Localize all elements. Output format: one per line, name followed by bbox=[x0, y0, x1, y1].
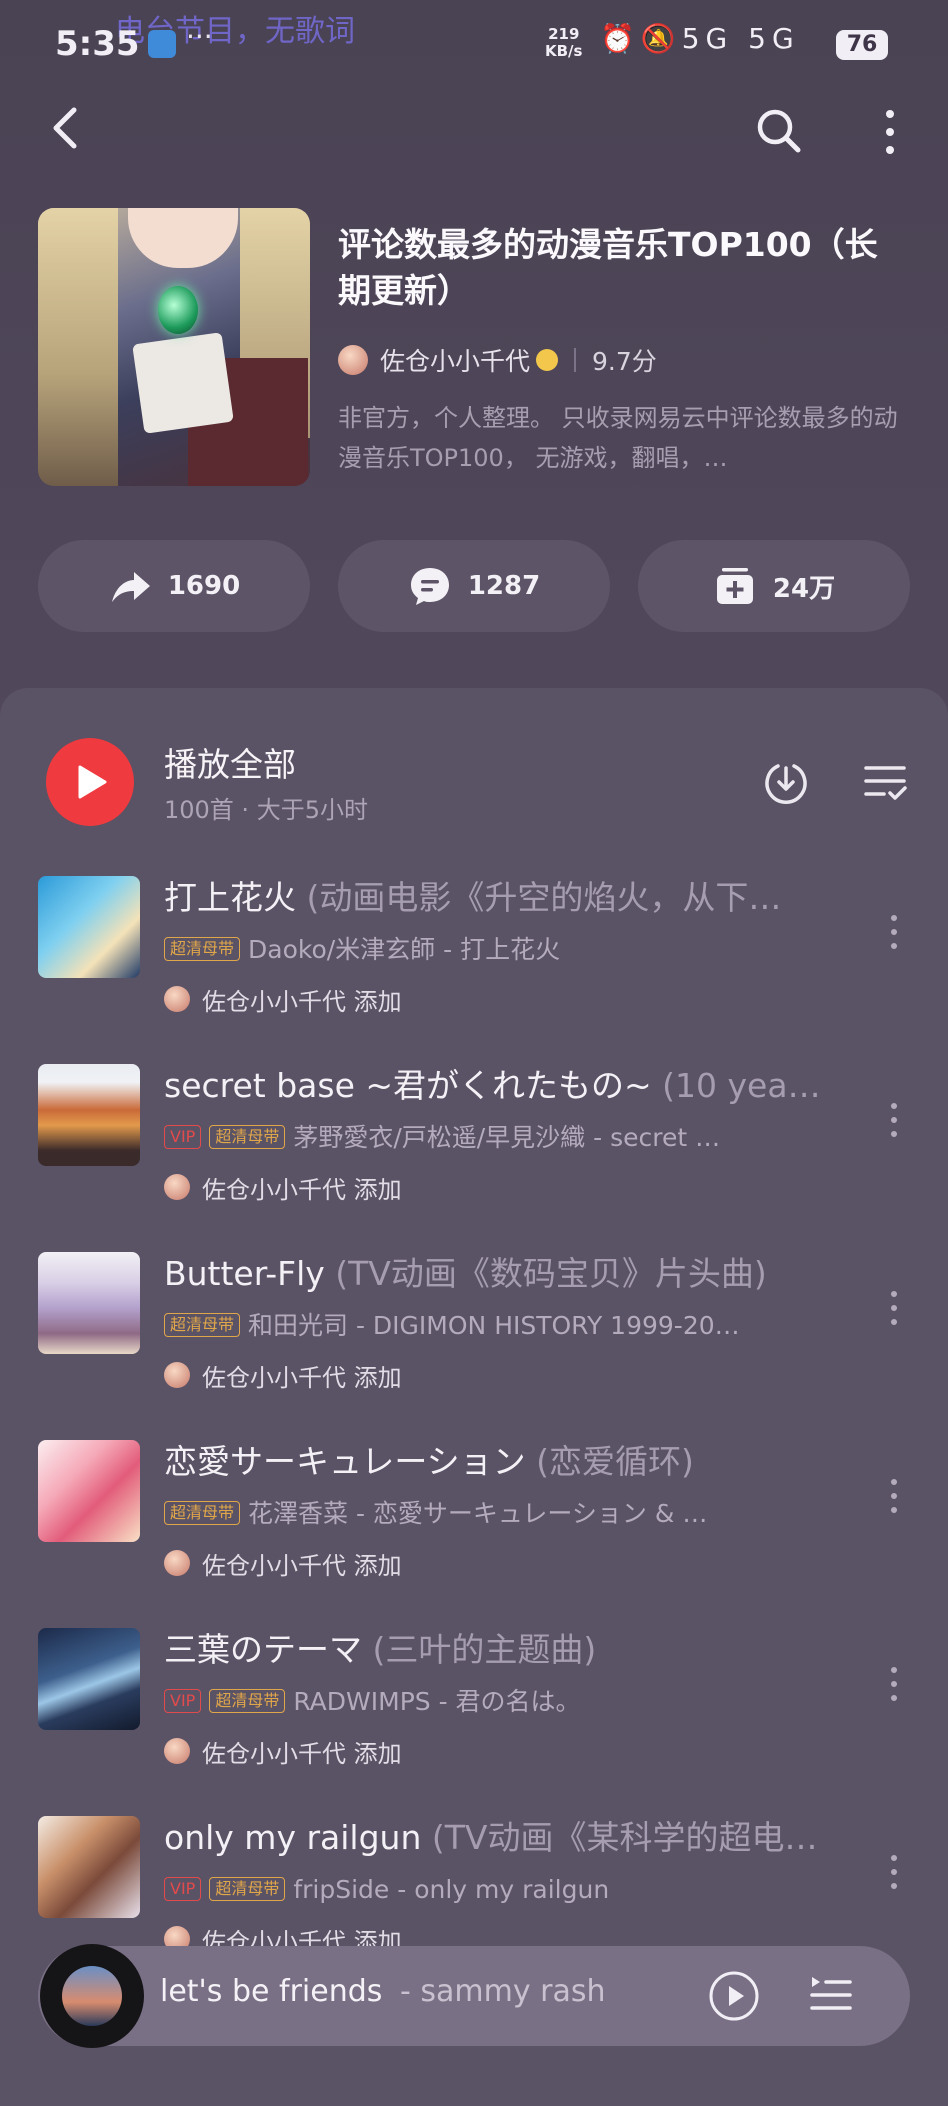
collect-count: 24万 bbox=[772, 573, 836, 604]
now-playing-disc[interactable] bbox=[40, 1944, 144, 2048]
kebab-icon[interactable] bbox=[884, 1476, 904, 1516]
hq-tag: 超清母带 bbox=[209, 1689, 286, 1713]
vip-tag: VIP bbox=[164, 1689, 202, 1713]
song-thumbnail bbox=[38, 1816, 140, 1918]
song-meta: 超清母带 花澤香菜 - 恋愛サーキュレーション & … bbox=[164, 1496, 794, 1532]
song-meta: VIP 超清母带 fripSide - only my railgun bbox=[164, 1872, 794, 1908]
song-meta: 超清母带 Daoko/米津玄師 - 打上花火 bbox=[164, 932, 794, 968]
divider bbox=[574, 348, 577, 372]
hq-tag: 超清母带 bbox=[209, 1125, 286, 1149]
song-row[interactable]: Butter-Fly (TV动画《数码宝贝》片头曲) 超清母带 和田光司 - DI… bbox=[0, 1252, 948, 1440]
playlist-cover[interactable] bbox=[38, 208, 310, 486]
song-title: only my railgun (TV动画《某科学的超电… bbox=[164, 1818, 818, 1857]
adder-avatar bbox=[164, 1174, 190, 1200]
adder-avatar bbox=[164, 1738, 190, 1764]
song-artist-album: 茅野愛衣/戸松遥/早見沙織 - secret … bbox=[293, 1123, 721, 1152]
kebab-icon[interactable] bbox=[884, 1288, 904, 1328]
added-by: 佐仓小小千代 添加 bbox=[164, 1734, 402, 1768]
adder-avatar bbox=[164, 1362, 190, 1388]
vip-tag: VIP bbox=[164, 1877, 202, 1901]
play-all-summary: 100首 · 大于5小时 bbox=[164, 796, 368, 824]
play-icon bbox=[78, 765, 107, 799]
song-row[interactable]: 三葉のテーマ (三叶的主题曲) VIP 超清母带 RADWIMPS - 君の名は。 … bbox=[0, 1628, 948, 1816]
collect-button[interactable]: 24万 bbox=[638, 540, 910, 632]
creator-avatar[interactable] bbox=[338, 345, 368, 375]
kebab-icon[interactable] bbox=[884, 1664, 904, 1704]
download-icon[interactable] bbox=[762, 758, 810, 806]
more-vertical-icon[interactable] bbox=[872, 106, 908, 158]
added-by: 佐仓小小千代 添加 bbox=[164, 982, 402, 1016]
comment-icon bbox=[410, 568, 449, 605]
song-thumbnail bbox=[38, 876, 140, 978]
playlist-score: 9.7分 bbox=[592, 347, 657, 376]
signal-icons: ⏰🔕5G 5G bbox=[600, 22, 800, 55]
kebab-icon[interactable] bbox=[884, 1852, 904, 1892]
play-all-label[interactable]: 播放全部 bbox=[164, 738, 296, 786]
comment-count: 1287 bbox=[467, 571, 541, 601]
status-bar: 电台节目，无歌词 5:35 ··· 219 KB/s ⏰🔕5G 5G 76 bbox=[0, 0, 948, 92]
search-icon[interactable] bbox=[754, 106, 802, 154]
song-meta: 超清母带 和田光司 - DIGIMON HISTORY 1999-20… bbox=[164, 1308, 794, 1344]
song-title: Butter-Fly (TV动画《数码宝贝》片头曲) bbox=[164, 1254, 767, 1293]
song-artist-album: 花澤香菜 - 恋愛サーキュレーション & … bbox=[248, 1499, 708, 1528]
back-arrow-icon[interactable] bbox=[46, 104, 86, 152]
now-playing-artist: - sammy rash bbox=[400, 1974, 606, 2009]
song-thumbnail bbox=[38, 1064, 140, 1166]
song-thumbnail bbox=[38, 1440, 140, 1542]
song-artist-album: fripSide - only my railgun bbox=[293, 1875, 610, 1904]
song-title: secret base ~君がくれたもの~ (10 yea… bbox=[164, 1066, 821, 1105]
added-by: 佐仓小小千代 添加 bbox=[164, 1170, 402, 1204]
song-row[interactable]: secret base ~君がくれたもの~ (10 yea… VIP 超清母带 茅野… bbox=[0, 1064, 948, 1252]
song-title: 三葉のテーマ (三叶的主题曲) bbox=[164, 1630, 597, 1669]
hq-tag: 超清母带 bbox=[164, 1501, 241, 1525]
song-thumbnail bbox=[38, 1252, 140, 1354]
adder-avatar bbox=[164, 986, 190, 1012]
song-meta: VIP 超清母带 RADWIMPS - 君の名は。 bbox=[164, 1684, 794, 1720]
song-meta: VIP 超清母带 茅野愛衣/戸松遥/早見沙織 - secret … bbox=[164, 1120, 794, 1156]
status-time: 5:35 bbox=[55, 24, 140, 64]
network-rate: 219 KB/s bbox=[545, 25, 583, 60]
playlist-title: 评论数最多的动漫音乐TOP100（长期更新） bbox=[338, 225, 878, 310]
added-by: 佐仓小小千代 添加 bbox=[164, 1358, 402, 1392]
creator-name[interactable]: 佐仓小小千代 bbox=[380, 342, 530, 378]
creator-row[interactable]: 佐仓小小千代 9.7分 bbox=[338, 340, 657, 380]
kebab-icon[interactable] bbox=[884, 912, 904, 952]
crown-badge-icon bbox=[536, 349, 559, 371]
vip-tag: VIP bbox=[164, 1125, 202, 1149]
hq-tag: 超清母带 bbox=[164, 937, 241, 961]
song-row[interactable]: only my railgun (TV动画《某科学的超电… VIP 超清母带 fri… bbox=[0, 1816, 948, 1946]
share-count: 1690 bbox=[167, 571, 241, 601]
multi-select-icon[interactable] bbox=[862, 762, 908, 804]
comment-button[interactable]: 1287 bbox=[338, 540, 610, 632]
song-artist-album: Daoko/米津玄師 - 打上花火 bbox=[248, 935, 561, 964]
song-title: 恋愛サーキュレーション (恋爱循环) bbox=[164, 1442, 694, 1481]
share-icon bbox=[111, 572, 150, 602]
song-row[interactable]: 恋愛サーキュレーション (恋爱循环) 超清母带 花澤香菜 - 恋愛サーキュレーショ… bbox=[0, 1440, 948, 1628]
app-notification-icon bbox=[148, 30, 176, 58]
adder-avatar bbox=[164, 1550, 190, 1576]
hq-tag: 超清母带 bbox=[164, 1313, 241, 1337]
song-row[interactable]: 打上花火 (动画电影《升空的焰火，从下… 超清母带 Daoko/米津玄師 - 打上… bbox=[0, 876, 948, 1064]
added-by: 佐仓小小千代 添加 bbox=[164, 1546, 402, 1580]
song-artist-album: 和田光司 - DIGIMON HISTORY 1999-20… bbox=[248, 1311, 740, 1340]
battery-indicator: 76 bbox=[836, 30, 888, 60]
share-button[interactable]: 1690 bbox=[38, 540, 310, 632]
collect-icon bbox=[716, 568, 753, 604]
adder-avatar bbox=[164, 1926, 190, 1946]
added-by: 佐仓小小千代 添加 bbox=[164, 1922, 402, 1946]
now-playing-title: let's be friends bbox=[160, 1974, 383, 2009]
hq-tag: 超清母带 bbox=[209, 1877, 286, 1901]
song-artist-album: RADWIMPS - 君の名は。 bbox=[293, 1687, 581, 1716]
mini-player[interactable]: let's be friends - sammy rash bbox=[38, 1944, 910, 2048]
song-title: 打上花火 (动画电影《升空的焰火，从下… bbox=[164, 878, 782, 917]
play-all-button[interactable] bbox=[46, 738, 134, 826]
more-notifications-icon: ··· bbox=[186, 20, 213, 53]
playlist-icon[interactable] bbox=[808, 1974, 854, 2016]
playlist-description[interactable]: 非官方，个人整理。 只收录网易云中评论数最多的动漫音乐TOP100， 无游戏，翻… bbox=[338, 398, 908, 478]
kebab-icon[interactable] bbox=[884, 1100, 904, 1140]
play-pause-icon[interactable] bbox=[708, 1970, 760, 2022]
song-thumbnail bbox=[38, 1628, 140, 1730]
